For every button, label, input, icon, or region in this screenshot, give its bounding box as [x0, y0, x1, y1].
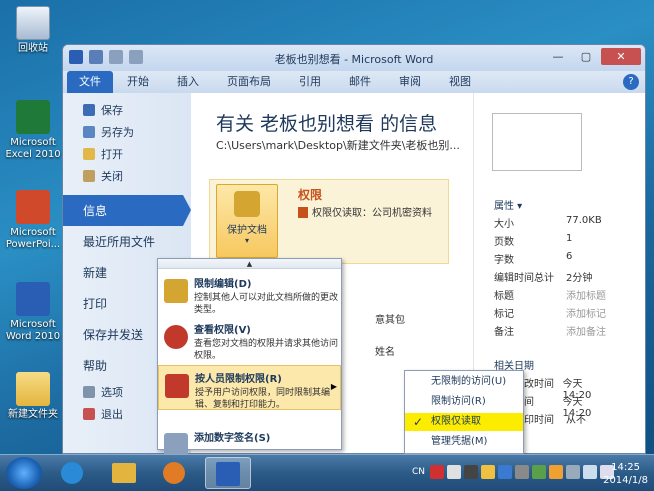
start-button[interactable] [6, 457, 42, 489]
prop-row: 标记 添加标记 [494, 309, 606, 320]
tab-page-layout[interactable]: 页面布局 [213, 71, 285, 93]
excel-icon [16, 100, 50, 134]
tab-references[interactable]: 引用 [285, 71, 335, 93]
submenu-item-restricted[interactable]: 限制访问(R) [405, 393, 523, 411]
media-player-icon [163, 462, 185, 484]
minimize-button[interactable]: — [545, 48, 571, 65]
submenu-arrow-icon: ▶ [330, 382, 337, 391]
ie-icon [61, 462, 83, 484]
prop-row: 字数 6 [494, 251, 573, 266]
sidebar-item-open[interactable]: 打开 [63, 143, 191, 165]
taskbar: CN 14:25 2014/1/8 [0, 454, 654, 491]
tab-review[interactable]: 审阅 [385, 71, 435, 93]
restrict-people-icon [165, 374, 189, 398]
properties-title[interactable]: 属性 ▾ [494, 197, 522, 212]
permission-doc-icon [298, 207, 308, 218]
help-icon[interactable]: ? [623, 74, 639, 90]
tray-icon-9[interactable] [566, 465, 580, 479]
submenu-item-manage-credentials[interactable]: 管理凭据(M) [405, 433, 523, 451]
prop-row: 备注 添加备注 [494, 327, 606, 338]
prop-row: 编辑时间总计 2分钟 [494, 273, 593, 284]
restrict-editing-icon [164, 279, 188, 303]
tab-home[interactable]: 开始 [113, 71, 163, 93]
sidebar-item-save[interactable]: 保存 [63, 99, 191, 121]
tray-icon-7[interactable] [532, 465, 546, 479]
lang-indicator[interactable]: CN [412, 465, 425, 479]
network-icon[interactable] [583, 465, 597, 479]
page-title: 有关 老板也别想看 的信息 [216, 113, 438, 135]
tray-icon-2[interactable] [447, 465, 461, 479]
prop-row: 页数 1 [494, 233, 573, 248]
options-icon [83, 386, 95, 398]
word-window: 老板也别想看 - Microsoft Word — ▢ ✕ 文件 开始 插入 页… [62, 44, 646, 454]
menu-scroll-up[interactable]: ▲ [158, 259, 341, 269]
close-button[interactable]: ✕ [601, 48, 641, 65]
taskbar-ie[interactable] [52, 457, 92, 489]
word-icon [216, 462, 240, 486]
taskbar-explorer[interactable] [104, 457, 144, 489]
desktop-icon-excel[interactable]: Microsoft Excel 2010 [4, 100, 62, 161]
chevron-down-icon: ▾ [244, 236, 249, 245]
protect-document-button[interactable]: 保护文档 ▾ [216, 184, 278, 258]
obscured-text-2: 姓名 [375, 347, 395, 358]
open-folder-icon [83, 148, 95, 160]
prop-row: 标题 添加标题 [494, 291, 606, 302]
system-tray: CN [412, 465, 614, 479]
title-bar: 老板也别想看 - Microsoft Word — ▢ ✕ [63, 45, 645, 71]
desktop-icon-new-folder[interactable]: 新建文件夹 [4, 372, 62, 421]
close-doc-icon [83, 170, 95, 182]
sidebar-item-info[interactable]: 信息 [63, 195, 191, 226]
desktop-icon-recycle-bin[interactable]: 回收站 [4, 6, 62, 55]
permissions-section: 保护文档 ▾ 权限 权限仅读取：公司机密资料 [209, 179, 449, 264]
desktop-icon-word[interactable]: Microsoft Word 2010 [4, 282, 62, 343]
menu-item-restrict-editing[interactable]: 限制编辑(D) 控制其他人可以对此文档所做的更改类型。 [158, 271, 341, 316]
desktop-icon-powerpoint[interactable]: Microsoft PowerPoi... [4, 190, 62, 251]
exit-icon [83, 408, 95, 420]
sidebar-item-close[interactable]: 关闭 [63, 165, 191, 187]
clock[interactable]: 14:25 2014/1/8 [603, 461, 648, 487]
folder-icon [16, 372, 50, 406]
protect-document-menu: ▲ 限制编辑(D) 控制其他人可以对此文档所做的更改类型。 查看权限(V) 查看… [157, 258, 342, 457]
tab-mailings[interactable]: 邮件 [335, 71, 385, 93]
view-permission-icon [164, 325, 188, 349]
document-thumbnail[interactable] [492, 113, 582, 171]
prop-row: 大小 77.0KB [494, 215, 602, 230]
taskbar-media-player[interactable] [154, 457, 194, 489]
maximize-button[interactable]: ▢ [573, 48, 599, 65]
ribbon-tabs: 文件 开始 插入 页面布局 引用 邮件 审阅 视图 ? [63, 71, 645, 93]
document-path: C:\Users\mark\Desktop\新建文件夹\老板也别... [216, 139, 460, 152]
tray-icon-3[interactable] [464, 465, 478, 479]
powerpoint-icon [16, 190, 50, 224]
checkmark-icon: ✓ [413, 415, 424, 429]
tray-icon-8[interactable] [549, 465, 563, 479]
tray-icon-m[interactable] [430, 465, 444, 479]
restrict-permission-submenu: 无限制的访问(U) 限制访问(R) ✓ 权限仅读取 管理凭据(M) [404, 370, 524, 454]
recycle-bin-icon [16, 6, 50, 40]
menu-item-restrict-by-people[interactable]: 按人员限制权限(R) 授予用户访问权限，同时限制其编辑、复制和打印能力。 ▶ [158, 365, 341, 410]
tray-icon-5[interactable] [498, 465, 512, 479]
obscured-text-1: 意其包 [375, 315, 405, 326]
save-as-icon [83, 126, 95, 138]
submenu-item-read-only[interactable]: ✓ 权限仅读取 [405, 413, 523, 431]
tray-icon-moon[interactable] [481, 465, 495, 479]
sidebar-item-save-as[interactable]: 另存为 [63, 121, 191, 143]
word-icon [16, 282, 50, 316]
taskbar-word[interactable] [205, 457, 251, 489]
lock-key-icon [234, 191, 260, 217]
save-icon [83, 104, 95, 116]
permissions-status: 权限仅读取：公司机密资料 [298, 204, 432, 219]
submenu-item-unrestricted[interactable]: 无限制的访问(U) [405, 373, 523, 391]
tray-icon-6[interactable] [515, 465, 529, 479]
permissions-title: 权限 [298, 188, 323, 202]
tab-view[interactable]: 视图 [435, 71, 485, 93]
tab-file[interactable]: 文件 [67, 71, 113, 93]
folder-icon [112, 463, 136, 483]
tab-insert[interactable]: 插入 [163, 71, 213, 93]
sidebar-item-recent[interactable]: 最近所用文件 [63, 226, 191, 257]
menu-item-view-permission[interactable]: 查看权限(V) 查看您对文档的权限并请求其他访问权限。 [158, 317, 341, 362]
